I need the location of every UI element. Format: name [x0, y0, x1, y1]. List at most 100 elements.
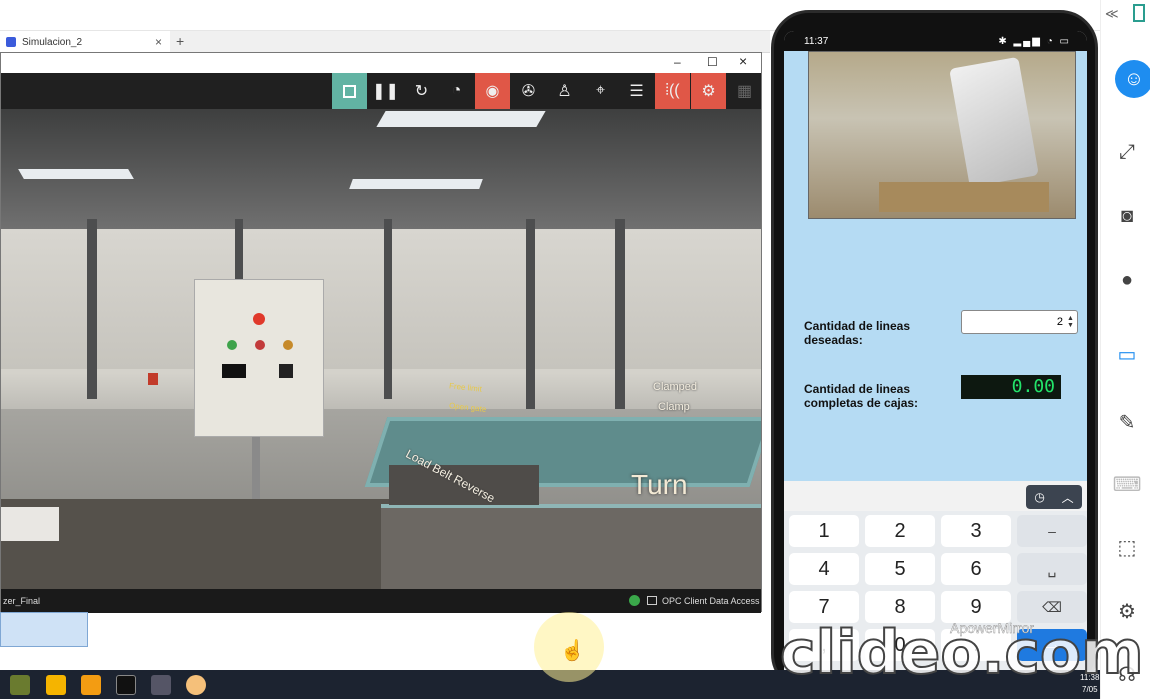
opc-label[interactable]: OPC Client Data Access: [662, 596, 760, 606]
phone-time: 11:37: [804, 35, 829, 47]
key-1[interactable]: 1: [789, 515, 859, 547]
target-button[interactable]: ⌖: [583, 73, 618, 109]
user-avatar-icon[interactable]: ☺: [1115, 60, 1150, 98]
list-button[interactable]: ☰: [619, 73, 654, 109]
collapse-button[interactable]: ≪: [1105, 6, 1119, 22]
completed-lines-label: Cantidad de lineas completas de cajas:: [804, 382, 919, 410]
turn-label: Turn: [631, 469, 688, 500]
free-limit-label: Free limit: [448, 381, 483, 394]
side-panel: [1, 507, 59, 541]
back-wall: [1, 229, 761, 369]
drivers-button[interactable]: ⚙: [691, 73, 726, 109]
emergency-stop-icon: [253, 313, 265, 325]
taskbar-terminal-icon[interactable]: [116, 675, 136, 695]
fullscreen-icon[interactable]: ⤢: [1113, 138, 1141, 166]
sensor-icon: ⦙((: [665, 82, 680, 99]
taskbar-tool-icon[interactable]: [151, 675, 171, 695]
timer-icon: ◔: [451, 82, 462, 99]
fan-button[interactable]: ✇: [511, 73, 546, 109]
pallet: [879, 182, 1049, 212]
completed-lines-display: 0.00: [961, 375, 1061, 399]
cabinet-display: [222, 364, 246, 378]
camera-orbit-button[interactable]: ◉: [475, 73, 510, 109]
conveyor-belt-lower[interactable]: [381, 504, 761, 589]
key-4[interactable]: 4: [789, 553, 859, 585]
sensor-button[interactable]: ⦙((: [655, 73, 690, 109]
mirror-right-rail: ≪ ☺ ⤢ ◙ ● ▭ ✎ ⌨ ⬚ ⚙ ☊: [1100, 0, 1150, 699]
tab-close-icon[interactable]: ×: [155, 35, 162, 49]
taskbar-apowermirror-icon[interactable]: [186, 675, 206, 695]
ceiling-light: [349, 179, 483, 189]
keyboard-icon[interactable]: ⌨: [1113, 470, 1142, 498]
ceiling-light: [376, 111, 546, 127]
hmi-app: Cantidad de lineas deseadas: 2 ▲ ▼ Cantid…: [784, 51, 1087, 481]
amber-button-icon: [283, 340, 293, 350]
pause-icon: ❚❚: [372, 83, 399, 100]
wall-column: [87, 219, 97, 399]
control-cabinet[interactable]: [194, 279, 324, 437]
wall-column: [384, 219, 392, 399]
window-titlebar: – ☐ ×: [1, 53, 761, 73]
key-minus[interactable]: –: [1017, 515, 1087, 547]
taskbar-notes-icon[interactable]: [46, 675, 66, 695]
signal-battery-icon: ✱ ▂▄▆ ◔ ▭: [998, 35, 1071, 47]
robot-camera-feed: [808, 51, 1076, 219]
sim-toolbar: ❚❚ ↻ ◔ ◉ ✇ ♙ ⌖ ☰ ⦙(( ⚙ ▦: [1, 73, 761, 109]
clamp-label: Clamp: [658, 401, 690, 413]
background-panel: [0, 612, 88, 647]
clideo-watermark: clideo.com: [779, 617, 1145, 689]
key-3[interactable]: 3: [941, 515, 1011, 547]
timer-icon: ◷: [1034, 490, 1045, 504]
desired-lines-input[interactable]: 2: [961, 310, 1078, 334]
red-button-icon: [255, 340, 265, 350]
tab-title: Simulacion_2: [22, 36, 83, 48]
connected-check-icon: [629, 595, 640, 606]
ceiling-light: [18, 169, 134, 179]
fire-alarm-box: [148, 373, 158, 385]
screenshot-camera-icon[interactable]: ◙: [1113, 202, 1141, 230]
green-button-icon: [227, 340, 237, 350]
grid-button[interactable]: ▦: [727, 73, 762, 109]
new-tab-button[interactable]: +: [176, 33, 184, 49]
person-button[interactable]: ♙: [547, 73, 582, 109]
cursor-highlight: ☝: [534, 612, 604, 682]
drivers-icon: ⚙: [701, 83, 716, 100]
selector-switch-icon: [279, 364, 293, 378]
chevron-up-icon: ︿: [1061, 490, 1074, 505]
phone-screen: 11:37 ✱ ▂▄▆ ◔ ▭ Cantidad de lineas desea…: [784, 31, 1087, 686]
pause-button[interactable]: ❚❚: [368, 73, 403, 109]
select-area-icon[interactable]: ⬚: [1113, 533, 1141, 561]
opc-driver-icon: [647, 596, 657, 605]
keyboard-toggle[interactable]: ◷ ︿: [1026, 485, 1082, 509]
reset-button[interactable]: ↻: [404, 73, 439, 109]
screen-cast-icon[interactable]: ▭: [1113, 340, 1141, 368]
3d-scene-viewport[interactable]: Clamped Clamp Turn Load Belt Reverse Fre…: [1, 109, 761, 589]
hand-cursor-icon: ☝: [560, 640, 585, 662]
wall-column: [615, 219, 625, 419]
key-2[interactable]: 2: [865, 515, 935, 547]
tab-simulacion[interactable]: Simulacion_2 ×: [0, 31, 170, 53]
brush-icon[interactable]: ✎: [1113, 408, 1141, 436]
maximize-button[interactable]: ☐: [707, 55, 718, 69]
browser-tab-strip: Simulacion_2 ×: [0, 31, 770, 53]
fan-icon: ✇: [521, 83, 536, 100]
timer-button[interactable]: ◔: [439, 73, 474, 109]
stop-button[interactable]: [332, 73, 367, 109]
list-icon: ☰: [629, 83, 644, 100]
key-space[interactable]: ␣: [1017, 553, 1087, 585]
stop-icon: [343, 84, 356, 98]
window-icon[interactable]: [1133, 4, 1145, 22]
key-6[interactable]: 6: [941, 553, 1011, 585]
sim-status-bar: zer_Final OPC Client Data Access: [1, 589, 761, 613]
taskbar-factoryio-icon[interactable]: [81, 675, 101, 695]
simulator-window: – ☐ × ❚❚ ↻ ◔ ◉ ✇ ♙ ⌖ ☰ ⦙(( ⚙ ▦ Clamped C…: [0, 52, 762, 613]
robot-arm: [949, 56, 1039, 188]
record-video-icon[interactable]: ●: [1113, 266, 1141, 294]
stepper-arrows-icon[interactable]: ▲ ▼: [1067, 315, 1074, 329]
clamped-label: Clamped: [653, 381, 698, 393]
wall-column: [526, 219, 535, 409]
taskbar-app-icon[interactable]: [10, 675, 30, 695]
minimize-button[interactable]: –: [674, 55, 681, 69]
key-5[interactable]: 5: [865, 553, 935, 585]
close-button[interactable]: ×: [739, 53, 747, 69]
